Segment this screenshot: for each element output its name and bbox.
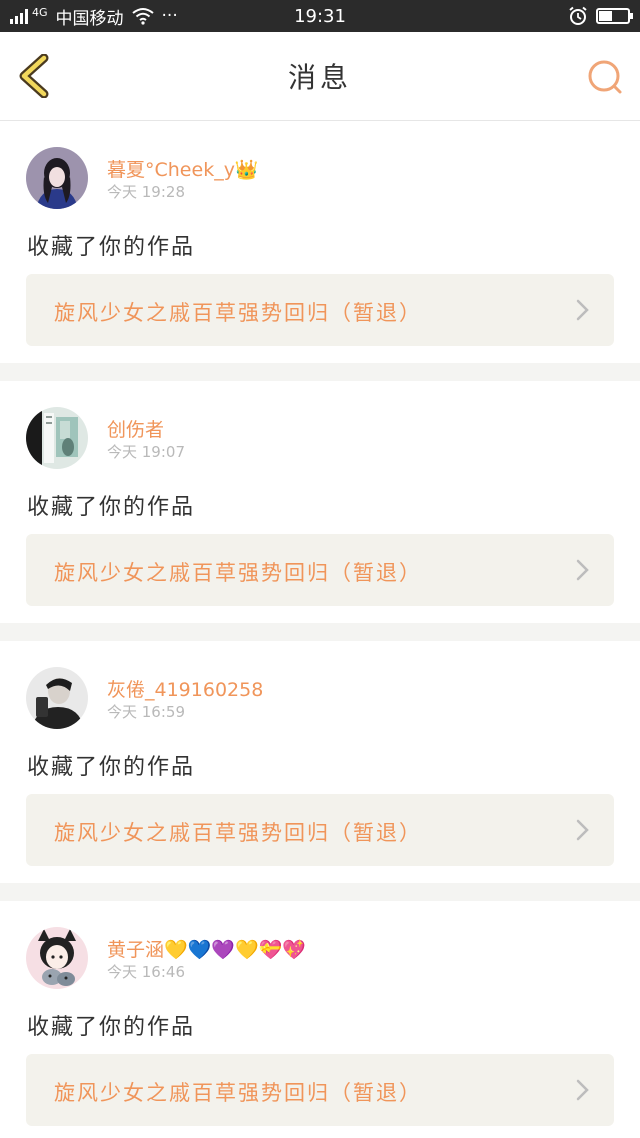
avatar[interactable]: [26, 147, 88, 209]
work-link[interactable]: 旋风少女之戚百草强势回归（暂退）: [26, 534, 614, 606]
message-card: 创伤者 今天 19:07 收藏了你的作品 旋风少女之戚百草强势回归（暂退）: [0, 381, 640, 623]
message-time: 今天 16:46: [107, 963, 185, 981]
username[interactable]: 创伤者: [107, 415, 164, 442]
more-status-icon: ···: [161, 6, 178, 26]
chevron-right-icon: [576, 1079, 589, 1101]
work-title: 旋风少女之戚百草强势回归（暂退）: [54, 561, 422, 585]
carrier-name: 中国移动: [55, 8, 124, 29]
status-bar: 4G 中国移动 ··· 19:31: [0, 0, 640, 32]
message-card: 灰倦_419160258 今天 16:59 收藏了你的作品 旋风少女之戚百草强势…: [0, 641, 640, 883]
work-title: 旋风少女之戚百草强势回归（暂退）: [54, 821, 422, 845]
message-action: 收藏了你的作品: [27, 495, 196, 520]
battery-level: [599, 11, 612, 21]
work-title: 旋风少女之戚百草强势回归（暂退）: [54, 1081, 422, 1105]
avatar[interactable]: [26, 927, 88, 989]
chevron-right-icon: [576, 559, 589, 581]
chevron-right-icon: [576, 819, 589, 841]
page-title: 消息: [287, 61, 352, 94]
message-card: 黄子涵💛💙💜💛💝💖 今天 16:46 收藏了你的作品 旋风少女之戚百草强势回归（…: [0, 901, 640, 1138]
message-time: 今天 16:59: [107, 703, 185, 721]
status-right: [568, 6, 633, 26]
work-title: 旋风少女之戚百草强势回归（暂退）: [54, 301, 422, 325]
wifi-icon: [131, 8, 154, 25]
work-link[interactable]: 旋风少女之戚百草强势回归（暂退）: [26, 1054, 614, 1126]
message-action: 收藏了你的作品: [27, 235, 196, 260]
message-action: 收藏了你的作品: [27, 755, 196, 780]
username[interactable]: 暮夏°Cheek_y👑: [107, 155, 259, 182]
search-button[interactable]: [586, 58, 626, 98]
back-button[interactable]: [14, 53, 58, 99]
work-link[interactable]: 旋风少女之戚百草强势回归（暂退）: [26, 794, 614, 866]
username[interactable]: 灰倦_419160258: [107, 675, 263, 702]
chevron-right-icon: [576, 299, 589, 321]
alarm-icon: [569, 6, 587, 25]
navigation-bar: 消息: [0, 32, 640, 121]
avatar[interactable]: [26, 667, 88, 729]
message-time: 今天 19:07: [107, 443, 185, 461]
work-link[interactable]: 旋风少女之戚百草强势回归（暂退）: [26, 274, 614, 346]
search-icon: [588, 60, 622, 94]
battery-icon: [596, 8, 633, 24]
message-time: 今天 19:28: [107, 183, 185, 201]
signal-icon: [10, 8, 28, 24]
chevron-left-icon: [19, 53, 49, 99]
network-type: 4G: [32, 5, 48, 19]
avatar[interactable]: [26, 407, 88, 469]
message-action: 收藏了你的作品: [27, 1015, 196, 1040]
status-left: 4G 中国移动 ···: [10, 4, 178, 29]
username[interactable]: 黄子涵💛💙💜💛💝💖: [107, 935, 306, 962]
status-time: 19:31: [294, 5, 346, 27]
message-card: 暮夏°Cheek_y👑 今天 19:28 收藏了你的作品 旋风少女之戚百草强势回…: [0, 121, 640, 363]
